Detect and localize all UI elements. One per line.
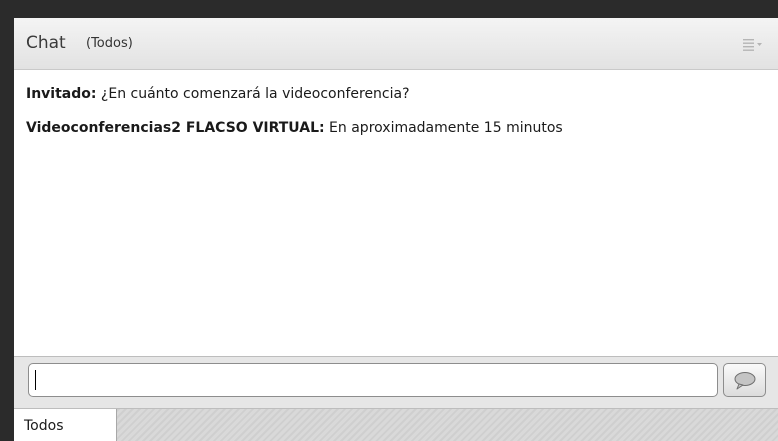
message-text: En aproximadamente 15 minutos	[324, 120, 563, 136]
tab-todos[interactable]: Todos	[14, 409, 117, 441]
speech-bubble-icon	[734, 372, 756, 390]
text-caret	[35, 370, 36, 390]
message-sender: Invitado:	[26, 86, 97, 102]
chat-message-input[interactable]	[28, 363, 718, 397]
app-background: Chat (Todos) Invitado: ¿En cuánto comenz…	[0, 0, 778, 441]
chat-message: Videoconferencias2 FLACSO VIRTUAL: En ap…	[26, 119, 563, 137]
chat-input-bar	[14, 356, 778, 408]
message-sender: Videoconferencias2 FLACSO VIRTUAL:	[26, 120, 325, 136]
pod-options-menu-icon[interactable]	[742, 36, 764, 52]
pod-subtitle: (Todos)	[86, 36, 133, 51]
chat-message-list: Invitado: ¿En cuánto comenzará la videoc…	[14, 70, 778, 358]
pod-header: Chat (Todos)	[14, 18, 778, 70]
chat-message: Invitado: ¿En cuánto comenzará la videoc…	[26, 85, 410, 103]
pod-title: Chat	[26, 33, 66, 53]
message-text: ¿En cuánto comenzará la videoconferencia…	[96, 86, 410, 102]
tab-label: Todos	[24, 418, 64, 434]
chat-pod: Chat (Todos) Invitado: ¿En cuánto comenz…	[14, 18, 778, 441]
chat-tabs-bar: Todos	[14, 408, 778, 441]
send-message-button[interactable]	[723, 363, 766, 397]
